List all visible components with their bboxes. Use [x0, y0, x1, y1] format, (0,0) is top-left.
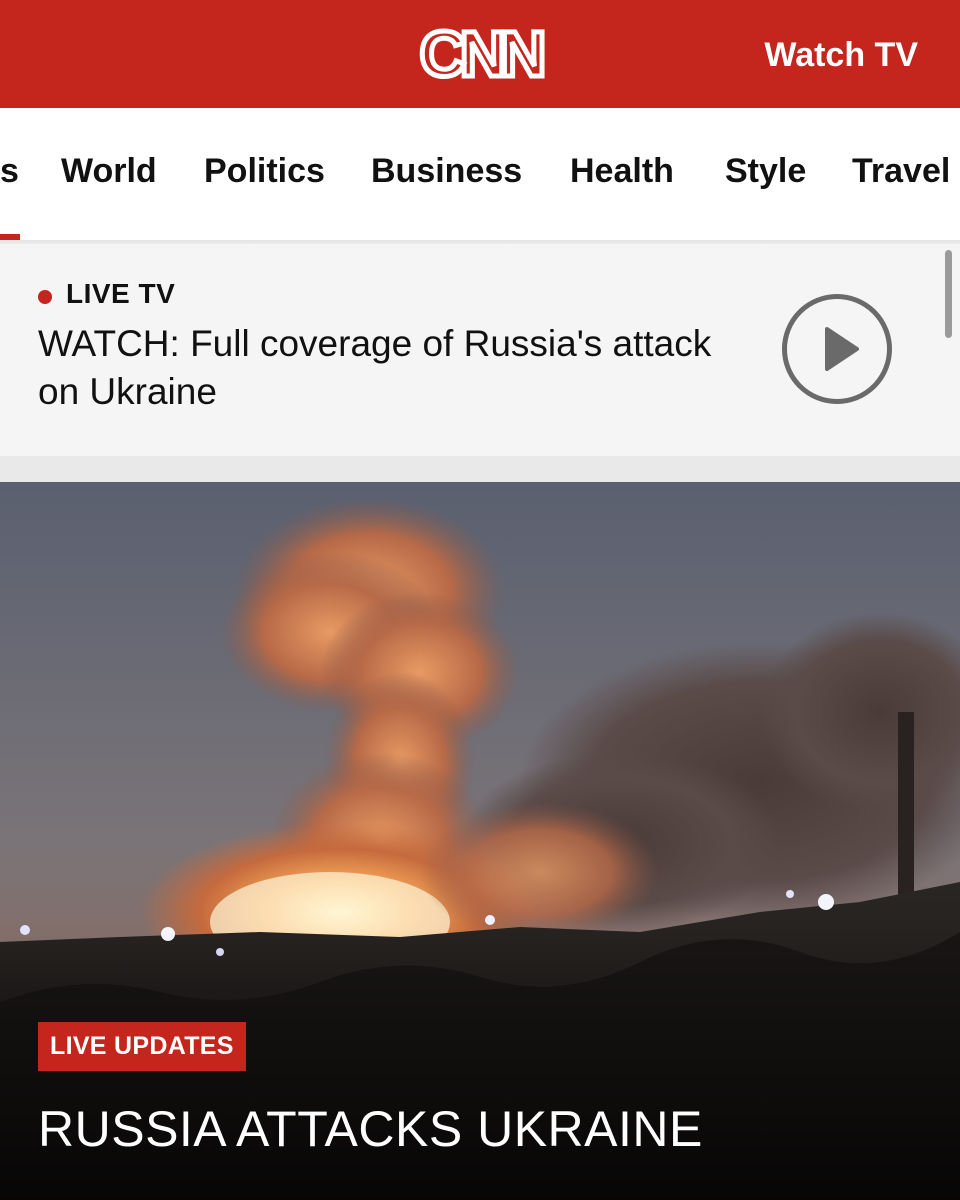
live-tv-label: LIVE TV — [66, 278, 176, 309]
nav-item-business[interactable]: Business — [371, 152, 522, 191]
watch-tv-link[interactable]: Watch TV — [764, 36, 918, 75]
play-icon — [825, 327, 859, 371]
section-nav: s World Politics Business Health Style T… — [0, 108, 960, 240]
section-gap — [0, 456, 960, 482]
live-updates-badge[interactable]: LIVE UPDATES — [38, 1022, 246, 1071]
cnn-logo[interactable]: CNN — [410, 16, 550, 93]
nav-item-health[interactable]: Health — [570, 152, 674, 191]
live-tv-headline[interactable]: WATCH: Full coverage of Russia's attack … — [38, 320, 728, 416]
nav-item-us[interactable]: s — [0, 152, 19, 191]
play-button[interactable] — [782, 294, 892, 404]
live-tv-banner[interactable]: LIVE TV WATCH: Full coverage of Russia's… — [0, 244, 960, 456]
svg-text:CNN: CNN — [420, 18, 542, 88]
explosion-photo — [0, 482, 960, 1200]
hero-story[interactable]: LIVE UPDATES RUSSIA ATTACKS UKRAINE — [0, 482, 960, 1200]
site-header: CNN Watch TV — [0, 0, 960, 108]
nav-item-style[interactable]: Style — [725, 152, 806, 191]
nav-item-politics[interactable]: Politics — [204, 152, 325, 191]
scrollbar[interactable] — [945, 250, 952, 338]
live-dot-icon — [38, 290, 52, 304]
nav-item-world[interactable]: World — [61, 152, 157, 191]
hero-headline[interactable]: RUSSIA ATTACKS UKRAINE — [38, 1100, 703, 1158]
nav-item-travel[interactable]: Travel — [852, 152, 950, 191]
